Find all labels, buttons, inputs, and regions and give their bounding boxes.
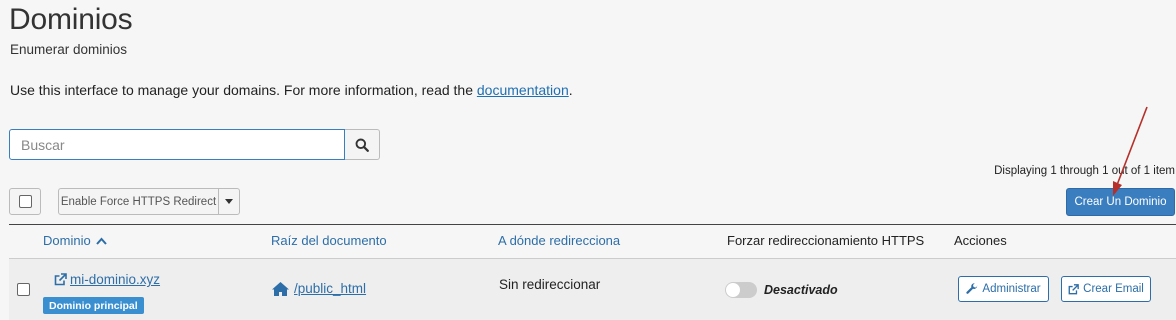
column-header-redirect[interactable]: A dónde redirecciona bbox=[498, 233, 620, 248]
select-all-checkbox[interactable] bbox=[9, 188, 41, 215]
annotation-arrow-icon bbox=[1113, 106, 1148, 196]
column-header-docroot[interactable]: Raíz del documento bbox=[271, 233, 387, 248]
page-subtitle: Enumerar dominios bbox=[10, 42, 128, 57]
column-header-force-https: Forzar redireccionamiento HTTPS bbox=[727, 233, 925, 248]
force-https-toggle[interactable] bbox=[725, 282, 757, 298]
redirect-status: Sin redireccionar bbox=[499, 277, 601, 292]
intro-text-end: . bbox=[568, 82, 573, 98]
external-link-icon bbox=[54, 273, 67, 286]
column-header-domain-label: Dominio bbox=[43, 233, 91, 248]
manage-button-label: Administrar bbox=[982, 283, 1041, 295]
search-input[interactable] bbox=[9, 129, 346, 160]
home-icon bbox=[272, 281, 289, 296]
intro-text-body: Use this interface to manage your domain… bbox=[10, 82, 477, 98]
search-icon bbox=[355, 138, 369, 152]
primary-domain-badge: Dominio principal bbox=[43, 297, 144, 314]
search-bar bbox=[9, 129, 380, 160]
row-checkbox[interactable] bbox=[17, 283, 30, 296]
create-email-button[interactable]: Crear Email bbox=[1061, 276, 1151, 302]
column-header-actions: Acciones bbox=[954, 233, 1007, 248]
documentation-link[interactable]: documentation bbox=[477, 82, 569, 98]
create-email-button-label: Crear Email bbox=[1083, 283, 1144, 295]
external-link-icon bbox=[1068, 283, 1079, 294]
intro-text: Use this interface to manage your domain… bbox=[10, 82, 573, 98]
docroot-path: /public_html bbox=[294, 281, 367, 296]
search-button[interactable] bbox=[345, 129, 380, 160]
caret-down-icon bbox=[225, 199, 233, 204]
table-top-rule bbox=[9, 224, 1176, 225]
page-title: Dominios bbox=[9, 3, 133, 36]
force-https-button[interactable]: Enable Force HTTPS Redirect bbox=[59, 189, 219, 214]
column-header-domain[interactable]: Dominio bbox=[43, 233, 108, 248]
force-https-dropdown: Enable Force HTTPS Redirect bbox=[58, 188, 240, 215]
docroot-link[interactable]: /public_html bbox=[272, 281, 366, 296]
manage-button[interactable]: Administrar bbox=[958, 276, 1049, 302]
force-https-status: Desactivado bbox=[764, 283, 838, 297]
force-https-caret-button[interactable] bbox=[219, 189, 239, 214]
checkbox-box bbox=[18, 195, 32, 208]
sort-ascending-icon bbox=[96, 237, 108, 245]
domain-name: mi-dominio.xyz bbox=[70, 272, 161, 287]
domain-link[interactable]: mi-dominio.xyz bbox=[54, 272, 160, 287]
wrench-icon bbox=[966, 283, 978, 294]
